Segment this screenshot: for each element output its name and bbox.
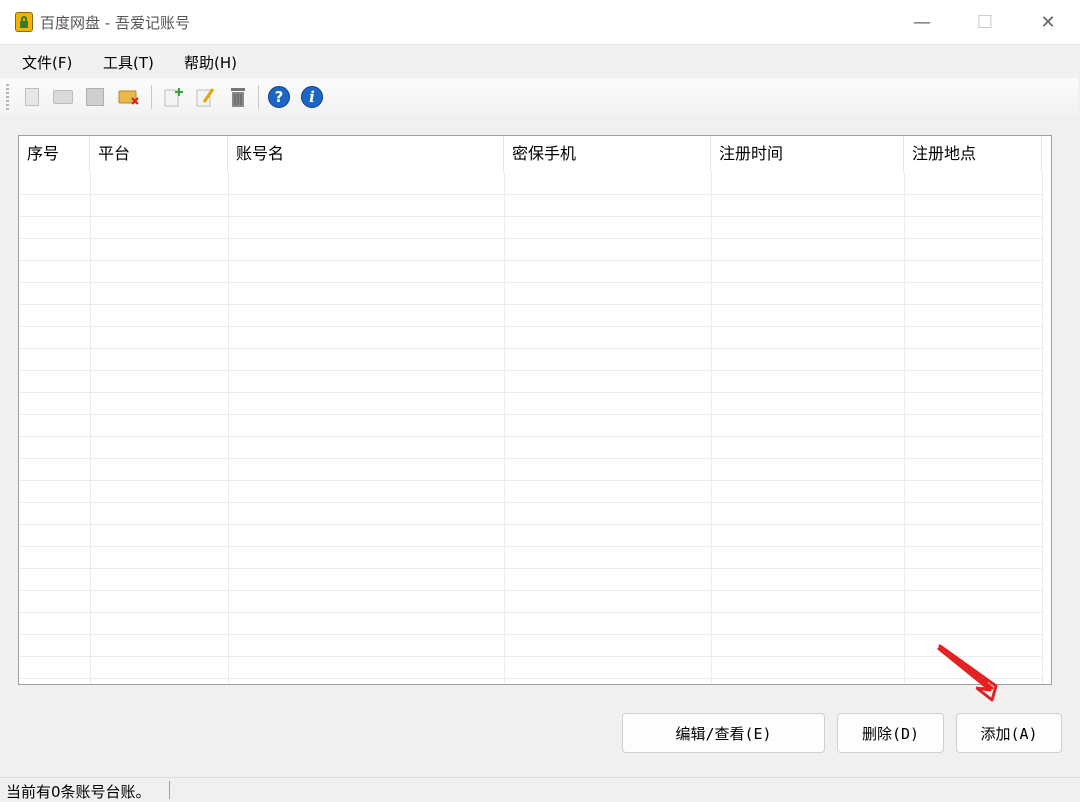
grid-row-line: [19, 260, 1043, 261]
edit-item-icon[interactable]: [194, 86, 216, 108]
red-arrow-annotation: [937, 644, 998, 702]
toolbar: ? i: [0, 78, 1078, 116]
account-table[interactable]: 序号 平台 账号名 密保手机 注册时间 注册地点: [18, 135, 1052, 685]
new-file-icon[interactable]: [21, 86, 43, 108]
menu-tools[interactable]: 工具(T): [103, 52, 154, 73]
delete-button[interactable]: 删除(D): [837, 713, 944, 753]
grid-row-line: [19, 304, 1043, 305]
grid-row-line: [19, 612, 1043, 613]
trash-icon[interactable]: [227, 86, 249, 108]
minimize-button[interactable]: —: [892, 0, 952, 44]
toolbar-grip[interactable]: [6, 84, 9, 110]
menu-help[interactable]: 帮助(H): [184, 52, 237, 73]
grid-row-line: [19, 458, 1043, 459]
grid-row-line: [19, 590, 1043, 591]
grid-column-line: [504, 172, 505, 684]
table-header: 序号 平台 账号名 密保手机 注册时间 注册地点: [19, 136, 1051, 172]
grid-row-line: [19, 568, 1043, 569]
column-header-phone[interactable]: 密保手机: [504, 136, 711, 172]
window-title: 百度网盘 - 吾爱记账号: [40, 14, 190, 32]
grid-row-line: [19, 678, 1043, 679]
delete-folder-icon[interactable]: [118, 86, 140, 108]
add-item-icon[interactable]: [162, 86, 184, 108]
title-bar: 百度网盘 - 吾爱记账号 — ☐ ✕: [0, 0, 1080, 45]
grid-row-line: [19, 194, 1043, 195]
info-icon[interactable]: i: [301, 86, 323, 108]
status-bar: 当前有0条账号台账。: [0, 777, 1080, 801]
lock-app-icon: [15, 12, 33, 32]
menu-bar: 文件(F) 工具(T) 帮助(H): [0, 45, 1080, 77]
grid-row-line: [19, 326, 1043, 327]
grid-row-line: [19, 634, 1043, 635]
save-icon[interactable]: [84, 86, 106, 108]
close-button[interactable]: ✕: [1018, 0, 1078, 44]
grid-row-line: [19, 480, 1043, 481]
grid-column-line: [228, 172, 229, 684]
grid-row-line: [19, 546, 1043, 547]
edit-view-button[interactable]: 编辑/查看(E): [622, 713, 825, 753]
grid-row-line: [19, 216, 1043, 217]
grid-row-line: [19, 414, 1043, 415]
grid-row-line: [19, 524, 1043, 525]
menu-file[interactable]: 文件(F): [22, 52, 72, 73]
column-header-index[interactable]: 序号: [19, 136, 90, 172]
grid-row-line: [19, 282, 1043, 283]
grid-column-line: [904, 172, 905, 684]
column-header-reg-place[interactable]: 注册地点: [904, 136, 1042, 172]
grid-row-line: [19, 436, 1043, 437]
maximize-button[interactable]: ☐: [955, 0, 1015, 44]
grid-row-line: [19, 238, 1043, 239]
help-icon[interactable]: ?: [268, 86, 290, 108]
grid-column-line: [1042, 172, 1043, 684]
grid-row-line: [19, 656, 1043, 657]
open-folder-icon[interactable]: [52, 86, 74, 108]
grid-column-line: [90, 172, 91, 684]
grid-column-line: [711, 172, 712, 684]
grid-row-line: [19, 348, 1043, 349]
column-header-reg-time[interactable]: 注册时间: [711, 136, 904, 172]
grid-row-line: [19, 502, 1043, 503]
add-button[interactable]: 添加(A): [956, 713, 1062, 753]
status-separator: [169, 781, 170, 799]
column-header-account[interactable]: 账号名: [228, 136, 504, 172]
grid-row-line: [19, 370, 1043, 371]
column-header-platform[interactable]: 平台: [90, 136, 228, 172]
grid-row-line: [19, 392, 1043, 393]
